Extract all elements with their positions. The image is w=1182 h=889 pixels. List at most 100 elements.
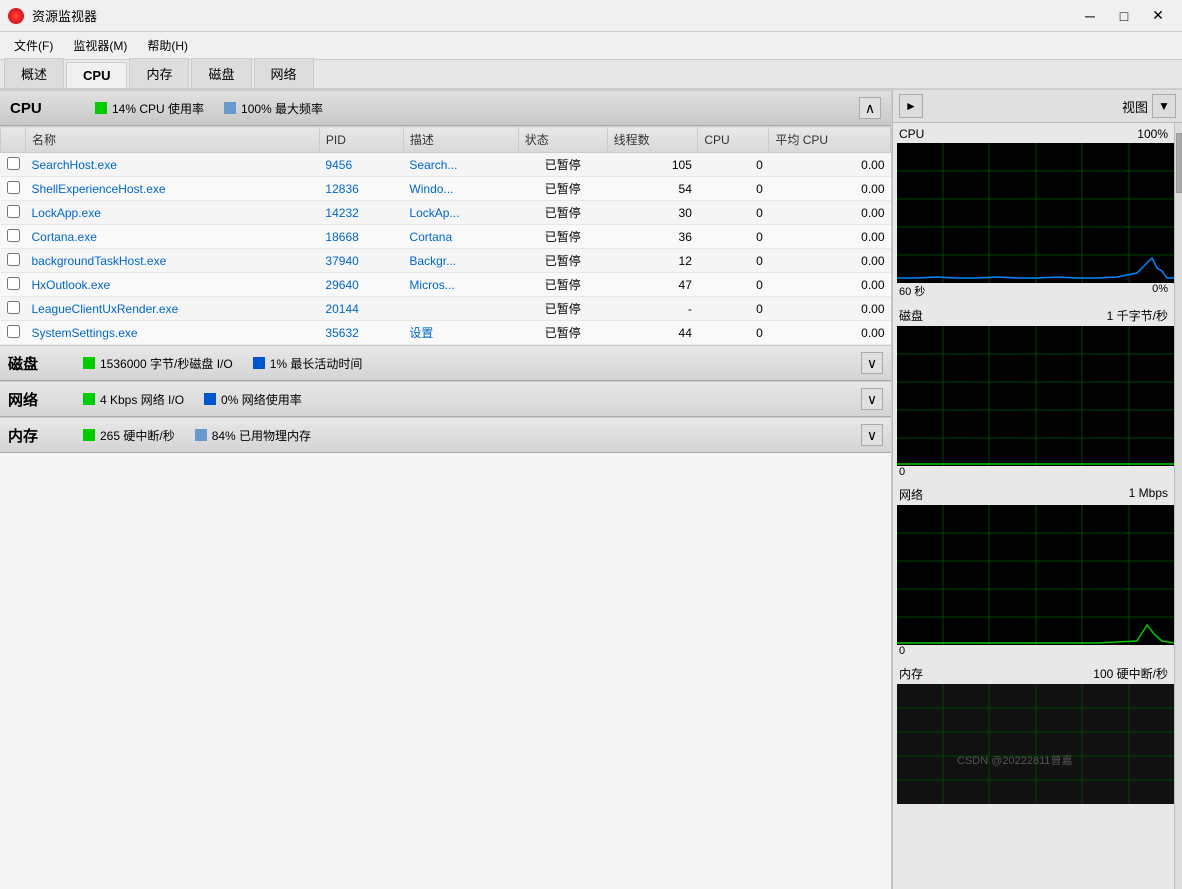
disk-expand-btn[interactable]: ∨ xyxy=(861,352,883,374)
cpu-usage-label: 14% CPU 使用率 xyxy=(112,100,204,117)
col-pid[interactable]: PID xyxy=(319,127,403,153)
disk-active-icon xyxy=(253,357,265,369)
memory-chart-max: 100 硬中断/秒 xyxy=(1093,665,1168,682)
cpu-chart xyxy=(897,143,1174,283)
network-section-stats: 4 Kbps 网络 I/O 0% 网络使用率 xyxy=(83,391,861,408)
minimize-button[interactable]: ─ xyxy=(1074,4,1106,28)
nav-back-button[interactable]: ► xyxy=(899,94,923,118)
row-status: 已暂停 xyxy=(518,177,607,201)
table-row: LeagueClientUxRender.exe 20144 已暂停 - 0 0… xyxy=(1,297,891,321)
row-desc: Backgr... xyxy=(403,249,518,273)
row-threads: 105 xyxy=(607,153,698,177)
main-layout: CPU 14% CPU 使用率 100% 最大频率 ∧ 名称 xyxy=(0,90,1182,889)
menu-monitor[interactable]: 监视器(M) xyxy=(63,33,137,58)
process-name-link[interactable]: LockApp.exe xyxy=(32,206,101,220)
process-pid-value: 12836 xyxy=(325,182,358,196)
memory-used-label: 84% 已用物理内存 xyxy=(212,427,311,444)
network-section-header[interactable]: 网络 4 Kbps 网络 I/O 0% 网络使用率 ∨ xyxy=(0,381,891,417)
cpu-chart-time: 60 秒 xyxy=(899,283,925,299)
row-threads: - xyxy=(607,297,698,321)
process-name-link[interactable]: HxOutlook.exe xyxy=(32,278,111,292)
row-checkbox[interactable] xyxy=(7,277,20,290)
process-name-link[interactable]: backgroundTaskHost.exe xyxy=(32,254,167,268)
col-status[interactable]: 状态 xyxy=(518,127,607,153)
cpu-expand-btn[interactable]: ∧ xyxy=(859,97,881,119)
disk-io-stat: 1536000 字节/秒磁盘 I/O xyxy=(83,355,233,372)
row-checkbox[interactable] xyxy=(7,325,20,338)
left-panel: CPU 14% CPU 使用率 100% 最大频率 ∧ 名称 xyxy=(0,90,892,889)
tab-disk[interactable]: 磁盘 xyxy=(191,58,251,88)
memory-chart-container: 内存 100 硬中断/秒 xyxy=(897,665,1170,804)
scroll-thumb[interactable] xyxy=(1176,133,1182,193)
disk-section-title: 磁盘 xyxy=(8,353,68,374)
right-scrollbar[interactable] xyxy=(1174,123,1182,889)
row-desc: Micros... xyxy=(403,273,518,297)
row-avg-cpu: 0.00 xyxy=(769,273,891,297)
row-status: 已暂停 xyxy=(518,321,607,345)
tab-network[interactable]: 网络 xyxy=(254,58,314,88)
tab-memory[interactable]: 内存 xyxy=(129,58,189,88)
cpu-chart-label: CPU xyxy=(899,127,924,141)
menu-help[interactable]: 帮助(H) xyxy=(137,33,198,58)
col-desc[interactable]: 描述 xyxy=(403,127,518,153)
process-name-link[interactable]: Cortana.exe xyxy=(32,230,97,244)
maximize-button[interactable]: □ xyxy=(1108,4,1140,28)
row-checkbox[interactable] xyxy=(7,205,20,218)
process-name-link[interactable]: LeagueClientUxRender.exe xyxy=(32,302,179,316)
row-checkbox[interactable] xyxy=(7,181,20,194)
row-cpu: 0 xyxy=(698,201,769,225)
process-pid-value: 18668 xyxy=(325,230,358,244)
col-cpu[interactable]: CPU xyxy=(698,127,769,153)
disk-chart-footer: 0 xyxy=(897,466,1170,478)
close-button[interactable]: ✕ xyxy=(1142,4,1174,28)
col-name[interactable]: 名称 xyxy=(26,127,320,153)
network-expand-btn[interactable]: ∨ xyxy=(861,388,883,410)
process-name-link[interactable]: SearchHost.exe xyxy=(32,158,117,172)
view-dropdown-button[interactable]: ▼ xyxy=(1152,94,1176,118)
memory-section-title: 内存 xyxy=(8,425,68,446)
memory-interrupt-stat: 265 硬中断/秒 xyxy=(83,427,175,444)
cpu-freq-stat: 100% 最大频率 xyxy=(224,100,323,117)
process-desc-value: Backgr... xyxy=(409,254,456,268)
row-cpu: 0 xyxy=(698,273,769,297)
row-name: LeagueClientUxRender.exe xyxy=(26,297,320,321)
right-panel: ► 视图 ▼ CPU 100% xyxy=(892,90,1182,889)
memory-section-header[interactable]: 内存 265 硬中断/秒 84% 已用物理内存 ∨ xyxy=(0,417,891,453)
col-avg-cpu[interactable]: 平均 CPU xyxy=(769,127,891,153)
row-desc xyxy=(403,297,518,321)
memory-expand-btn[interactable]: ∨ xyxy=(861,424,883,446)
row-checkbox[interactable] xyxy=(7,229,20,242)
row-avg-cpu: 0.00 xyxy=(769,249,891,273)
row-cpu: 0 xyxy=(698,321,769,345)
row-status: 已暂停 xyxy=(518,153,607,177)
process-pid-value: 37940 xyxy=(325,254,358,268)
process-pid-value: 14232 xyxy=(325,206,358,220)
row-checkbox-cell xyxy=(1,249,26,273)
row-pid: 12836 xyxy=(319,177,403,201)
row-avg-cpu: 0.00 xyxy=(769,177,891,201)
process-desc-value: LockAp... xyxy=(409,206,459,220)
col-threads[interactable]: 线程数 xyxy=(607,127,698,153)
disk-section-stats: 1536000 字节/秒磁盘 I/O 1% 最长活动时间 xyxy=(83,355,861,372)
row-avg-cpu: 0.00 xyxy=(769,321,891,345)
process-desc-value: Cortana xyxy=(409,230,452,244)
disk-io-icon xyxy=(83,357,95,369)
row-avg-cpu: 0.00 xyxy=(769,201,891,225)
table-row: SearchHost.exe 9456 Search... 已暂停 105 0 … xyxy=(1,153,891,177)
cpu-section-stats: 14% CPU 使用率 100% 最大频率 xyxy=(95,100,849,117)
cpu-section-header[interactable]: CPU 14% CPU 使用率 100% 最大频率 ∧ xyxy=(0,90,891,126)
tab-overview[interactable]: 概述 xyxy=(4,58,64,88)
col-checkbox[interactable] xyxy=(1,127,26,153)
network-chart-label: 网络 xyxy=(899,486,923,503)
tab-cpu[interactable]: CPU xyxy=(66,62,127,88)
process-name-link[interactable]: ShellExperienceHost.exe xyxy=(32,182,166,196)
row-desc: 设置 xyxy=(403,321,518,345)
disk-section-header[interactable]: 磁盘 1536000 字节/秒磁盘 I/O 1% 最长活动时间 ∨ xyxy=(0,345,891,381)
title-bar: 资源监视器 ─ □ ✕ xyxy=(0,0,1182,32)
row-checkbox[interactable] xyxy=(7,253,20,266)
menu-file[interactable]: 文件(F) xyxy=(4,33,63,58)
row-checkbox[interactable] xyxy=(7,301,20,314)
process-name-link[interactable]: SystemSettings.exe xyxy=(32,326,138,340)
memory-chart-header: 内存 100 硬中断/秒 xyxy=(897,665,1170,682)
row-checkbox[interactable] xyxy=(7,157,20,170)
